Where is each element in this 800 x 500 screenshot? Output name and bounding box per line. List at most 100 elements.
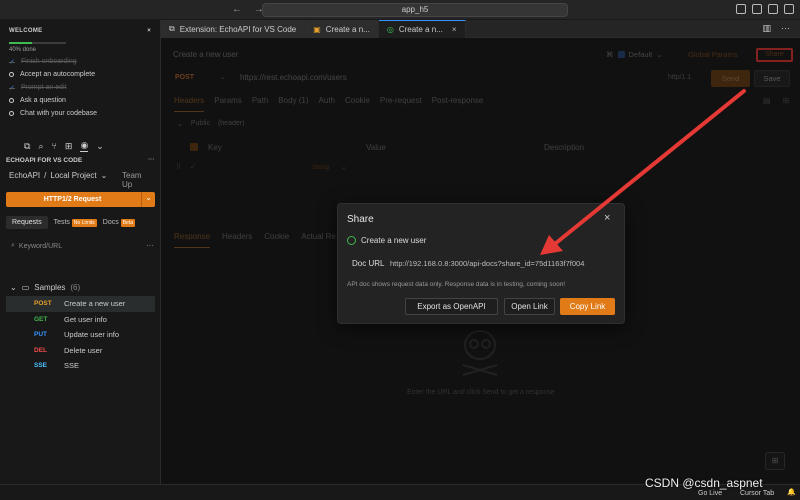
open-link-button[interactable]: Open Link (504, 298, 555, 315)
request-icon: ▣ (313, 24, 321, 34)
request-name: Get user info (64, 314, 107, 324)
chevron-down-icon[interactable]: ⌄ (96, 141, 104, 152)
no-limits-badge: No Limits (71, 219, 97, 227)
beta-badge: Beta (120, 219, 136, 227)
team-up-link[interactable]: Team Up (122, 171, 142, 189)
extensions-icon[interactable]: ⊞ (65, 141, 73, 152)
list-item[interactable]: PUT Update user info (6, 327, 155, 343)
section-title: ECHOAPI FOR VS CODE ··· (6, 156, 155, 164)
new-request-button[interactable]: HTTP1/2 Request ⌄ (6, 192, 155, 207)
cursor-tab-button[interactable]: Cursor Tab (740, 490, 774, 497)
welcome-progress-bar (9, 42, 66, 44)
files-icon[interactable]: ⧉ (24, 141, 30, 152)
circle-icon (9, 98, 14, 103)
checklist-item[interactable]: Accept an autocomplete (9, 68, 151, 81)
tab-request-active[interactable]: ◎ Create a n... × (378, 20, 466, 38)
request-name: Create a new user (64, 299, 126, 309)
dialog-title: Share (347, 214, 374, 225)
circle-icon (9, 111, 14, 116)
go-live-button[interactable]: Go Live (698, 490, 722, 497)
toggle-secondary-sidebar-icon[interactable] (768, 4, 778, 14)
editor-tabs: ⧉ Extension: EchoAPI for VS Code ▣ Create … (161, 20, 800, 38)
dialog-request-name: Create a new user (361, 236, 427, 245)
section-title-text: ECHOAPI FOR VS CODE (6, 157, 83, 164)
share-dialog: Share × Create a new user Doc URL http:/… (337, 203, 625, 324)
method-badge: GET (34, 315, 48, 323)
welcome-heading: WELCOME (9, 28, 43, 34)
customize-layout-icon[interactable] (784, 4, 794, 14)
method-badge: POST (34, 300, 52, 308)
more-icon[interactable]: ··· (146, 241, 154, 250)
copy-link-button[interactable]: Copy Link (560, 298, 615, 315)
welcome-checklist: ✓ Finish onboarding Accept an autocomplet… (9, 55, 151, 120)
method-badge: PUT (34, 331, 47, 339)
extension-icon: ⧉ (169, 24, 175, 33)
close-icon[interactable]: × (604, 212, 610, 224)
project-chevron-icon[interactable]: ⌄ (101, 171, 108, 180)
project-root[interactable]: EchoAPI (9, 171, 40, 180)
circle-icon (9, 72, 14, 77)
checklist-label: Prompt an edit (21, 84, 67, 91)
title-bar: ← → app_h5 (0, 0, 800, 20)
project-separator: / (44, 171, 47, 180)
checklist-item[interactable]: Chat with your codebase (9, 107, 151, 120)
source-control-icon[interactable]: ⑂ (51, 141, 56, 151)
project-breadcrumb: EchoAPI / Local Project ⌄ Team Up (9, 171, 142, 189)
checklist-label: Ask a question (20, 97, 66, 104)
back-arrow-icon[interactable]: ← (232, 4, 242, 15)
list-item[interactable]: DEL Delete user (6, 343, 155, 359)
tab-tests-label: Tests (53, 219, 70, 226)
split-editor-icon[interactable]: ▥ (762, 23, 771, 34)
toggle-sidebar-icon[interactable] (736, 4, 746, 14)
editor-actions: ▥ ··· (762, 23, 790, 34)
sidebar-tabs: Requests Tests No Limits Docs Beta (6, 216, 136, 229)
echoapi-icon[interactable]: ◉ (80, 140, 89, 152)
project-name[interactable]: Local Project (50, 171, 96, 180)
close-icon[interactable]: × (452, 25, 457, 34)
welcome-panel: WELCOME × 40% done ✓ Finish onboarding Ac… (0, 20, 160, 120)
tab-tests[interactable]: Tests No Limits (53, 219, 97, 227)
request-name: SSE (64, 361, 80, 371)
checklist-item[interactable]: Ask a question (9, 94, 151, 107)
command-center-text: app_h5 (401, 5, 429, 14)
toggle-panel-icon[interactable] (752, 4, 762, 14)
chevron-down-icon[interactable]: ⌄ (141, 192, 155, 207)
layout-controls (736, 4, 794, 14)
tab-label: Extension: EchoAPI for VS Code (179, 24, 297, 34)
bell-icon[interactable]: 🔔 (787, 488, 796, 496)
sidebar: WELCOME × 40% done ✓ Finish onboarding Ac… (0, 20, 161, 484)
list-item[interactable]: POST Create a new user (6, 296, 155, 312)
dialog-note: API doc shows request data only. Respons… (347, 281, 566, 288)
method-badge: DEL (34, 346, 47, 354)
check-icon: ✓ (9, 84, 15, 92)
search-input[interactable]: ⌕ Keyword/URL (11, 242, 62, 250)
request-list: POST Create a new user GET Get user info P… (6, 296, 155, 374)
welcome-close-icon[interactable]: × (147, 28, 151, 34)
tab-extension[interactable]: ⧉ Extension: EchoAPI for VS Code (161, 20, 306, 38)
export-openapi-button[interactable]: Export as OpenAPI (405, 298, 498, 315)
welcome-progress-text: 40% done (9, 47, 37, 53)
tab-label: Create a n... (398, 25, 443, 34)
list-item[interactable]: GET Get user info (6, 312, 155, 328)
tab-request[interactable]: ▣ Create a n... (305, 20, 379, 38)
request-name: Update user info (64, 330, 120, 340)
doc-url-value[interactable]: http://192.168.0.8:3000/api-docs?share_i… (390, 259, 584, 268)
list-item[interactable]: SSE SSE (6, 358, 155, 374)
tab-label: Create a n... (325, 24, 370, 34)
welcome-progress-fill (9, 42, 32, 44)
checklist-item[interactable]: ✓ Finish onboarding (9, 55, 151, 68)
search-icon[interactable]: ⌕ (38, 141, 43, 152)
tab-docs[interactable]: Docs Beta (103, 219, 136, 227)
method-badge: SSE (34, 362, 48, 370)
more-icon[interactable]: ··· (781, 23, 790, 34)
more-icon[interactable]: ··· (148, 156, 155, 163)
folder-name: Samples (34, 283, 66, 292)
command-center-search[interactable]: app_h5 (262, 3, 568, 17)
new-request-label: HTTP1/2 Request (43, 196, 102, 203)
folder-samples[interactable]: ⌄ ▭ Samples (6) (10, 283, 80, 292)
doc-url-label: Doc URL (352, 259, 385, 268)
tab-requests[interactable]: Requests (6, 216, 48, 229)
checklist-label: Chat with your codebase (20, 110, 98, 117)
checklist-item[interactable]: ✓ Prompt an edit (9, 81, 151, 94)
echoapi-icon: ◎ (386, 25, 394, 34)
